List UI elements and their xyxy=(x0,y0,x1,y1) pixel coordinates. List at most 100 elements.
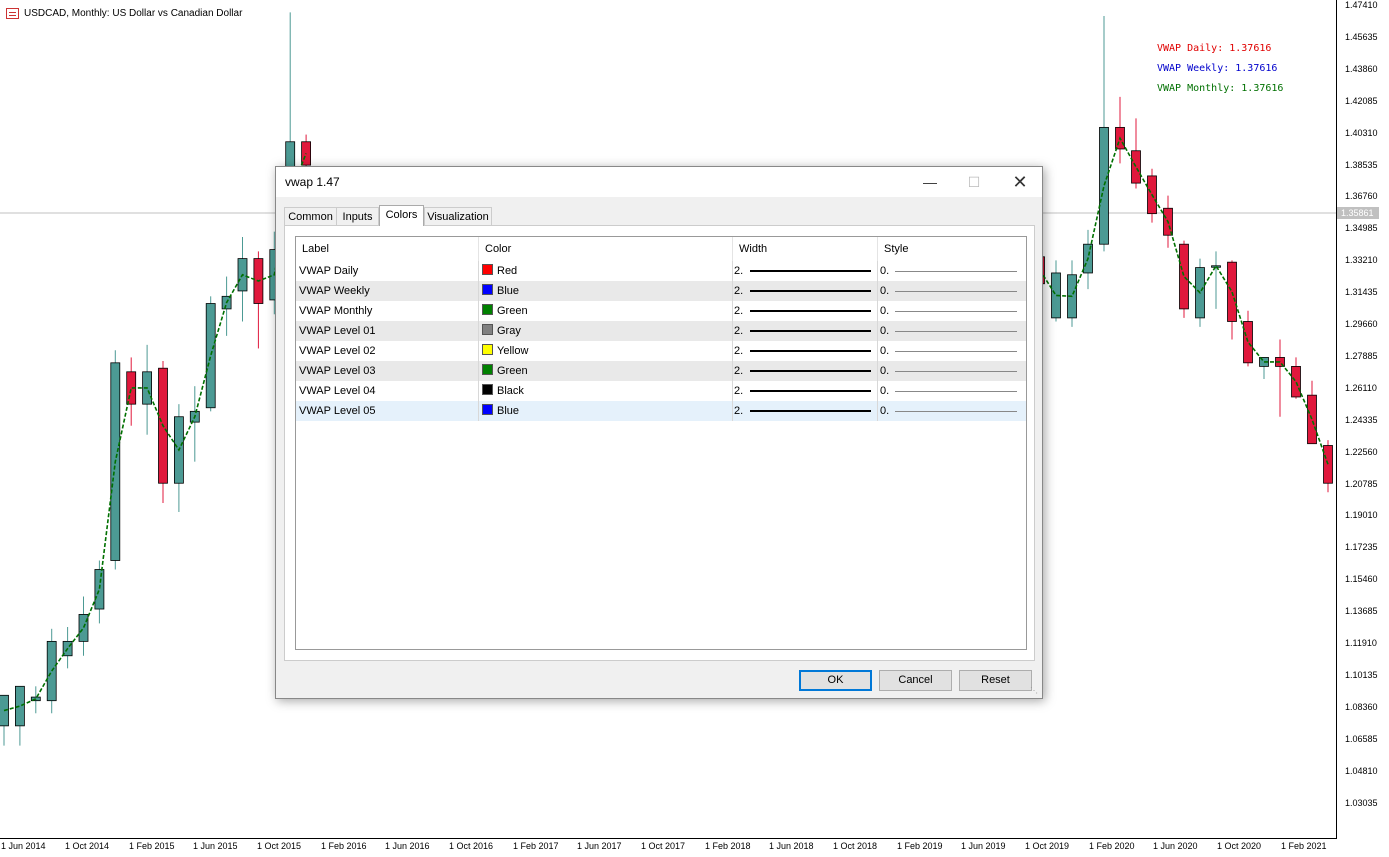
column-header-label[interactable]: Label xyxy=(296,237,479,261)
candle-body xyxy=(1099,126,1109,245)
tab-colors[interactable]: Colors xyxy=(379,205,424,226)
width-line-preview xyxy=(750,290,871,292)
price-tick-label: 1.04810 xyxy=(1345,765,1378,776)
row-color[interactable]: Green xyxy=(482,361,528,381)
price-tick-label: 1.36760 xyxy=(1345,191,1378,202)
price-tick-label: 1.17235 xyxy=(1345,542,1378,553)
row-width[interactable]: 2. xyxy=(734,381,743,401)
date-tick-label: 1 Oct 2015 xyxy=(257,841,302,851)
minimize-icon[interactable]: — xyxy=(907,167,953,197)
price-tick-label: 1.42085 xyxy=(1345,95,1378,106)
row-style[interactable]: 0. xyxy=(880,261,889,281)
price-tick-label: 1.34985 xyxy=(1345,223,1378,234)
row-color[interactable]: Red xyxy=(482,261,517,281)
width-line-preview xyxy=(750,310,871,312)
price-tick-label: 1.45635 xyxy=(1345,31,1378,42)
resize-grip-icon[interactable]: ⋱ xyxy=(1030,686,1040,696)
row-color[interactable]: Blue xyxy=(482,401,519,421)
column-header-width[interactable]: Width xyxy=(733,237,878,261)
tab-inputs[interactable]: Inputs xyxy=(336,207,379,225)
row-style[interactable]: 0. xyxy=(880,361,889,381)
color-swatch-icon xyxy=(482,364,493,375)
row-style[interactable]: 0. xyxy=(880,381,889,401)
reset-button[interactable]: Reset xyxy=(959,670,1032,691)
color-swatch-icon xyxy=(482,304,493,315)
row-width[interactable]: 2. xyxy=(734,281,743,301)
colors-grid: Label Color Width Style VWAP Daily Red 2. 0… xyxy=(295,236,1027,650)
row-width[interactable]: 2. xyxy=(734,341,743,361)
date-tick-label: 1 Oct 2020 xyxy=(1217,841,1262,851)
style-line-preview xyxy=(895,391,1017,392)
candle-body xyxy=(1179,243,1189,310)
color-name: Red xyxy=(497,265,518,277)
style-line-preview xyxy=(895,411,1017,412)
row-label: VWAP Level 05 xyxy=(299,405,376,417)
date-tick-label: 1 Oct 2017 xyxy=(641,841,686,851)
date-tick-label: 1 Jun 2017 xyxy=(577,841,622,851)
row-width[interactable]: 2. xyxy=(734,321,743,341)
chart-title: USDCAD, Monthly: US Dollar vs Canadian D… xyxy=(24,8,243,19)
table-row[interactable]: VWAP Level 02 Yellow 2. 0. xyxy=(296,341,1026,361)
table-row[interactable]: VWAP Weekly Blue 2. 0. xyxy=(296,281,1026,301)
color-name: Green xyxy=(497,365,528,377)
date-tick-label: 1 Jun 2014 xyxy=(1,841,46,851)
row-style[interactable]: 0. xyxy=(880,281,889,301)
style-line-preview xyxy=(895,371,1017,372)
vwap-line-left xyxy=(3,153,307,712)
color-name: Yellow xyxy=(497,345,529,357)
style-line-preview xyxy=(895,271,1017,272)
price-tick-label: 1.08360 xyxy=(1345,701,1378,712)
indicator-properties-dialog: vwap 1.47 — ☐ ✕ Common Inputs Colors Vis… xyxy=(275,166,1043,699)
row-color[interactable]: Yellow xyxy=(482,341,528,361)
date-tick-label: 1 Feb 2020 xyxy=(1089,841,1135,851)
price-tick-label: 1.13685 xyxy=(1345,606,1378,617)
candle-body xyxy=(1307,394,1317,445)
table-row[interactable]: VWAP Level 03 Green 2. 0. xyxy=(296,361,1026,381)
column-header-style[interactable]: Style xyxy=(878,237,1026,261)
price-tick-label: 1.27885 xyxy=(1345,350,1378,361)
candle-body xyxy=(1131,150,1141,184)
ok-button[interactable]: OK xyxy=(799,670,872,691)
table-row[interactable]: VWAP Level 05 Blue 2. 0. xyxy=(296,401,1026,421)
maximize-icon[interactable]: ☐ xyxy=(951,167,997,197)
date-tick-label: 1 Feb 2017 xyxy=(513,841,559,851)
width-line-preview xyxy=(750,410,871,412)
row-color[interactable]: Green xyxy=(482,301,528,321)
row-color[interactable]: Blue xyxy=(482,281,519,301)
row-style[interactable]: 0. xyxy=(880,321,889,341)
date-tick-label: 1 Feb 2016 xyxy=(321,841,367,851)
candle-body xyxy=(1227,261,1237,322)
row-width[interactable]: 2. xyxy=(734,261,743,281)
row-width[interactable]: 2. xyxy=(734,401,743,421)
row-style[interactable]: 0. xyxy=(880,341,889,361)
close-icon[interactable]: ✕ xyxy=(997,167,1043,197)
row-label: VWAP Monthly xyxy=(299,305,373,317)
row-width[interactable]: 2. xyxy=(734,361,743,381)
table-row[interactable]: VWAP Monthly Green 2. 0. xyxy=(296,301,1026,321)
price-tick-label: 1.10135 xyxy=(1345,669,1378,680)
price-tick-label: 1.20785 xyxy=(1345,478,1378,489)
table-row[interactable]: VWAP Daily Red 2. 0. xyxy=(296,261,1026,281)
table-row[interactable]: VWAP Level 01 Gray 2. 0. xyxy=(296,321,1026,341)
legend-vwap-daily: VWAP Daily: 1.37616 xyxy=(1157,43,1272,54)
cancel-button[interactable]: Cancel xyxy=(879,670,952,691)
row-style[interactable]: 0. xyxy=(880,401,889,421)
row-width[interactable]: 2. xyxy=(734,301,743,321)
price-tick-label: 1.40310 xyxy=(1345,127,1378,138)
row-color[interactable]: Gray xyxy=(482,321,521,341)
color-swatch-icon xyxy=(482,404,493,415)
row-style[interactable]: 0. xyxy=(880,301,889,321)
legend-vwap-monthly: VWAP Monthly: 1.37616 xyxy=(1157,83,1284,94)
candle-body xyxy=(1243,321,1253,364)
style-line-preview xyxy=(895,291,1017,292)
row-label: VWAP Level 04 xyxy=(299,385,376,397)
dialog-titlebar[interactable]: vwap 1.47 — ☐ ✕ xyxy=(276,167,1042,197)
column-header-color[interactable]: Color xyxy=(479,237,733,261)
row-color[interactable]: Black xyxy=(482,381,524,401)
table-row[interactable]: VWAP Level 04 Black 2. 0. xyxy=(296,381,1026,401)
date-tick-label: 1 Jun 2016 xyxy=(385,841,430,851)
color-name: Black xyxy=(497,385,524,397)
tab-common[interactable]: Common xyxy=(284,207,337,225)
date-tick-label: 1 Jun 2020 xyxy=(1153,841,1198,851)
tab-visualization[interactable]: Visualization xyxy=(424,207,492,225)
